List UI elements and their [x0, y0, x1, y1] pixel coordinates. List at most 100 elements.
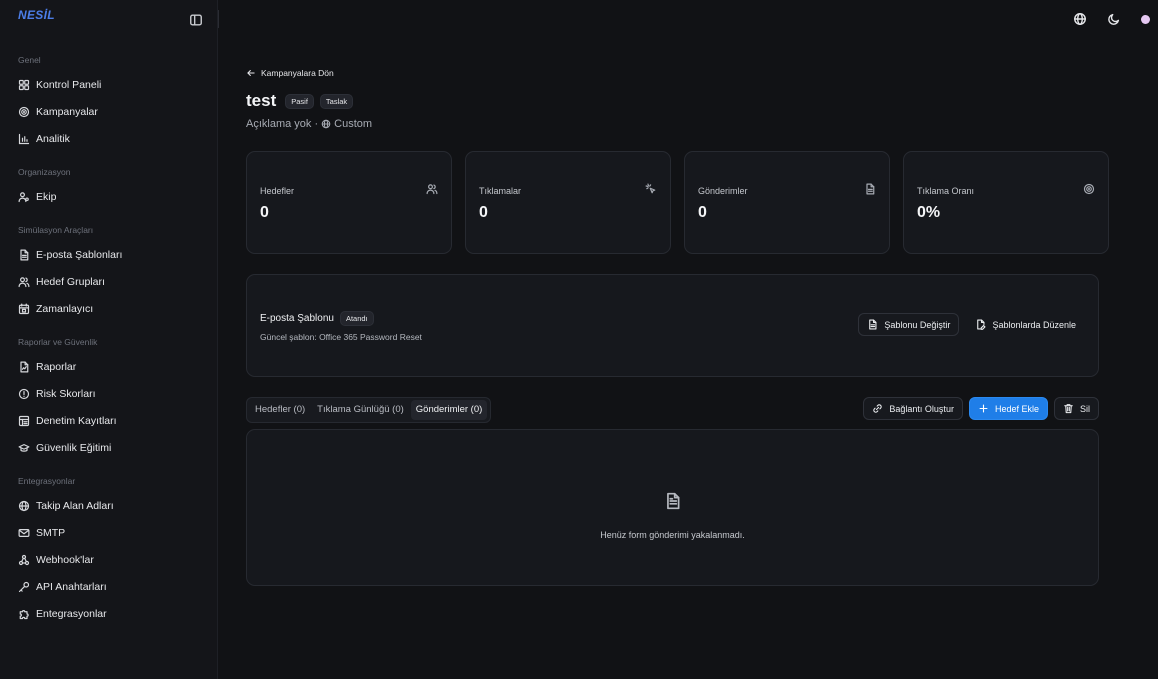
email-template-card: E-posta Şablonu Atandı Güncel şablon: Of…: [246, 274, 1099, 377]
sidebar-item-team[interactable]: Ekip: [0, 183, 218, 210]
sidebar-item-dashboard[interactable]: Kontrol Paneli: [0, 71, 218, 98]
sidebar-item-label: Ekip: [36, 190, 57, 203]
draft-badge: Taslak: [319, 93, 354, 109]
stat-label: Tıklamalar: [479, 186, 522, 196]
description-text: Açıklama yok ·: [246, 118, 319, 130]
brand-logo[interactable]: NESİL: [18, 8, 55, 22]
edit-in-templates-button[interactable]: Şablonlarda Düzenle: [966, 313, 1085, 336]
sidebar-item-campaigns[interactable]: Kampanyalar: [0, 98, 218, 125]
nav-section-organization: Organizasyon Ekip: [0, 165, 218, 210]
template-title: E-posta Şablonu: [260, 313, 334, 324]
tab-actions: Bağlantı Oluştur Hedef Ekle Sil: [863, 397, 1099, 420]
template-title-row: E-posta Şablonu Atandı: [260, 311, 374, 326]
campaign-type: Custom: [334, 118, 373, 130]
status-badge: Pasif: [285, 93, 314, 109]
sidebar-item-tracking-domains[interactable]: Takip Alan Adları: [0, 492, 218, 519]
sidebar-item-reports[interactable]: Raporlar: [0, 353, 218, 380]
sidebar-item-webhooks[interactable]: Webhook'lar: [0, 546, 218, 573]
tab-click-log[interactable]: Tıklama Günlüğü (0): [312, 400, 409, 420]
submissions-empty-state: Henüz form gönderimi yakalanmadı.: [246, 429, 1099, 586]
sidebar-item-label: Webhook'lar: [36, 553, 94, 566]
webhook-icon: [18, 554, 30, 566]
template-actions: Şablonu Değiştir Şablonlarda Düzenle: [858, 313, 1085, 336]
audit-icon: [18, 415, 30, 427]
stat-value: 0%: [917, 204, 941, 221]
stat-value: 0: [260, 204, 269, 221]
file-icon: [18, 249, 30, 261]
nav-heading: Organizasyon: [18, 167, 71, 177]
nav-section-reports-security: Raporlar ve Güvenlik Raporlar Risk Skorl…: [0, 335, 218, 461]
back-to-campaigns-link[interactable]: Kampanyalara Dön: [246, 68, 334, 78]
sidebar-item-scheduler[interactable]: Zamanlayıcı: [0, 295, 218, 322]
report-icon: [18, 361, 30, 373]
file-icon: [864, 183, 876, 195]
user-group-icon: [18, 276, 30, 288]
stat-card-targets: Hedefler 0: [246, 151, 452, 254]
sidebar-item-audit-logs[interactable]: Denetim Kayıtları: [0, 407, 218, 434]
tabs-row: Hedefler (0) Tıklama Günlüğü (0) Gönderi…: [246, 397, 1099, 423]
mail-icon: [18, 527, 30, 539]
avatar[interactable]: [1141, 14, 1150, 24]
bar-chart-icon: [18, 133, 30, 145]
create-link-button[interactable]: Bağlantı Oluştur: [863, 397, 963, 420]
nav-section-general: Genel Kontrol Paneli Kampanyalar Analiti…: [0, 53, 218, 152]
stat-label: Tıklama Oranı: [917, 186, 975, 196]
sidebar-item-label: Kampanyalar: [36, 105, 98, 118]
sidebar-item-smtp[interactable]: SMTP: [0, 519, 218, 546]
stat-label: Gönderimler: [698, 186, 748, 196]
add-target-button[interactable]: Hedef Ekle: [968, 397, 1048, 420]
puzzle-icon: [18, 608, 30, 620]
moon-icon[interactable]: [1107, 12, 1121, 26]
globe-icon[interactable]: [1073, 12, 1087, 26]
sidebar-item-label: Güvenlik Eğitimi: [36, 441, 112, 454]
delete-button[interactable]: Sil: [1053, 397, 1099, 420]
file-icon: [867, 319, 878, 330]
title-row: test Pasif Taslak: [246, 91, 354, 111]
button-label: Bağlantı Oluştur: [889, 403, 954, 414]
stats-row: Hedefler 0 Tıklamalar 0 Gönderimler 0 Tı…: [246, 151, 1109, 254]
globe-icon: [321, 119, 331, 129]
tab-list: Hedefler (0) Tıklama Günlüğü (0) Gönderi…: [246, 397, 492, 423]
current-template-text: Güncel şablon: Office 365 Password Reset: [260, 332, 422, 342]
key-icon: [18, 581, 30, 593]
sidebar-item-label: Kontrol Paneli: [36, 78, 102, 91]
sidebar-item-email-templates[interactable]: E-posta Şablonları: [0, 241, 218, 268]
assigned-badge: Atandı: [339, 311, 374, 326]
sidebar-item-label: SMTP: [36, 526, 66, 539]
tab-targets[interactable]: Hedefler (0): [250, 400, 310, 420]
plus-icon: [978, 403, 989, 414]
change-template-button[interactable]: Şablonu Değiştir: [858, 313, 960, 336]
button-label: Sil: [1079, 403, 1090, 414]
sidebar-item-risk-scores[interactable]: Risk Skorları: [0, 380, 218, 407]
nav-heading: Simülasyon Araçları: [18, 225, 94, 235]
nav-section-simulation: Simülasyon Araçları E-posta Şablonları H…: [0, 223, 218, 322]
stat-card-clicks: Tıklamalar 0: [465, 151, 671, 254]
target-icon: [1083, 183, 1095, 195]
button-label: Şablonlarda Düzenle: [992, 319, 1076, 330]
sidebar-item-label: Entegrasyonlar: [36, 607, 107, 620]
stat-card-submissions: Gönderimler 0: [684, 151, 890, 254]
cursor-click-icon: [645, 183, 657, 195]
sidebar-item-target-groups[interactable]: Hedef Grupları: [0, 268, 218, 295]
stat-value: 0: [698, 204, 707, 221]
sidebar-item-api-keys[interactable]: API Anahtarları: [0, 573, 218, 600]
nav-heading: Genel: [18, 55, 41, 65]
edit-file-icon: [975, 319, 986, 330]
back-link-label: Kampanyalara Dön: [261, 68, 334, 78]
sidebar-item-security-training[interactable]: Güvenlik Eğitimi: [0, 434, 218, 461]
sidebar-item-integrations[interactable]: Entegrasyonlar: [0, 600, 218, 627]
users-icon: [426, 183, 438, 195]
nav-heading: Entegrasyonlar: [18, 476, 76, 486]
alert-circle-icon: [18, 388, 30, 400]
document-icon: [664, 492, 682, 510]
topbar-divider: [218, 10, 219, 28]
sidebar-item-analytics[interactable]: Analitik: [0, 125, 218, 152]
calendar-icon: [18, 303, 30, 315]
sidebar-toggle-icon[interactable]: [189, 13, 203, 27]
empty-state-text: Henüz form gönderimi yakalanmadı.: [600, 530, 745, 540]
campaign-subtitle: Açıklama yok · Custom: [246, 118, 372, 130]
stat-label: Hedefler: [260, 186, 295, 196]
stat-card-click-rate: Tıklama Oranı 0%: [903, 151, 1109, 254]
nav-heading: Raporlar ve Güvenlik: [18, 337, 98, 347]
tab-submissions[interactable]: Gönderimler (0): [410, 400, 488, 420]
